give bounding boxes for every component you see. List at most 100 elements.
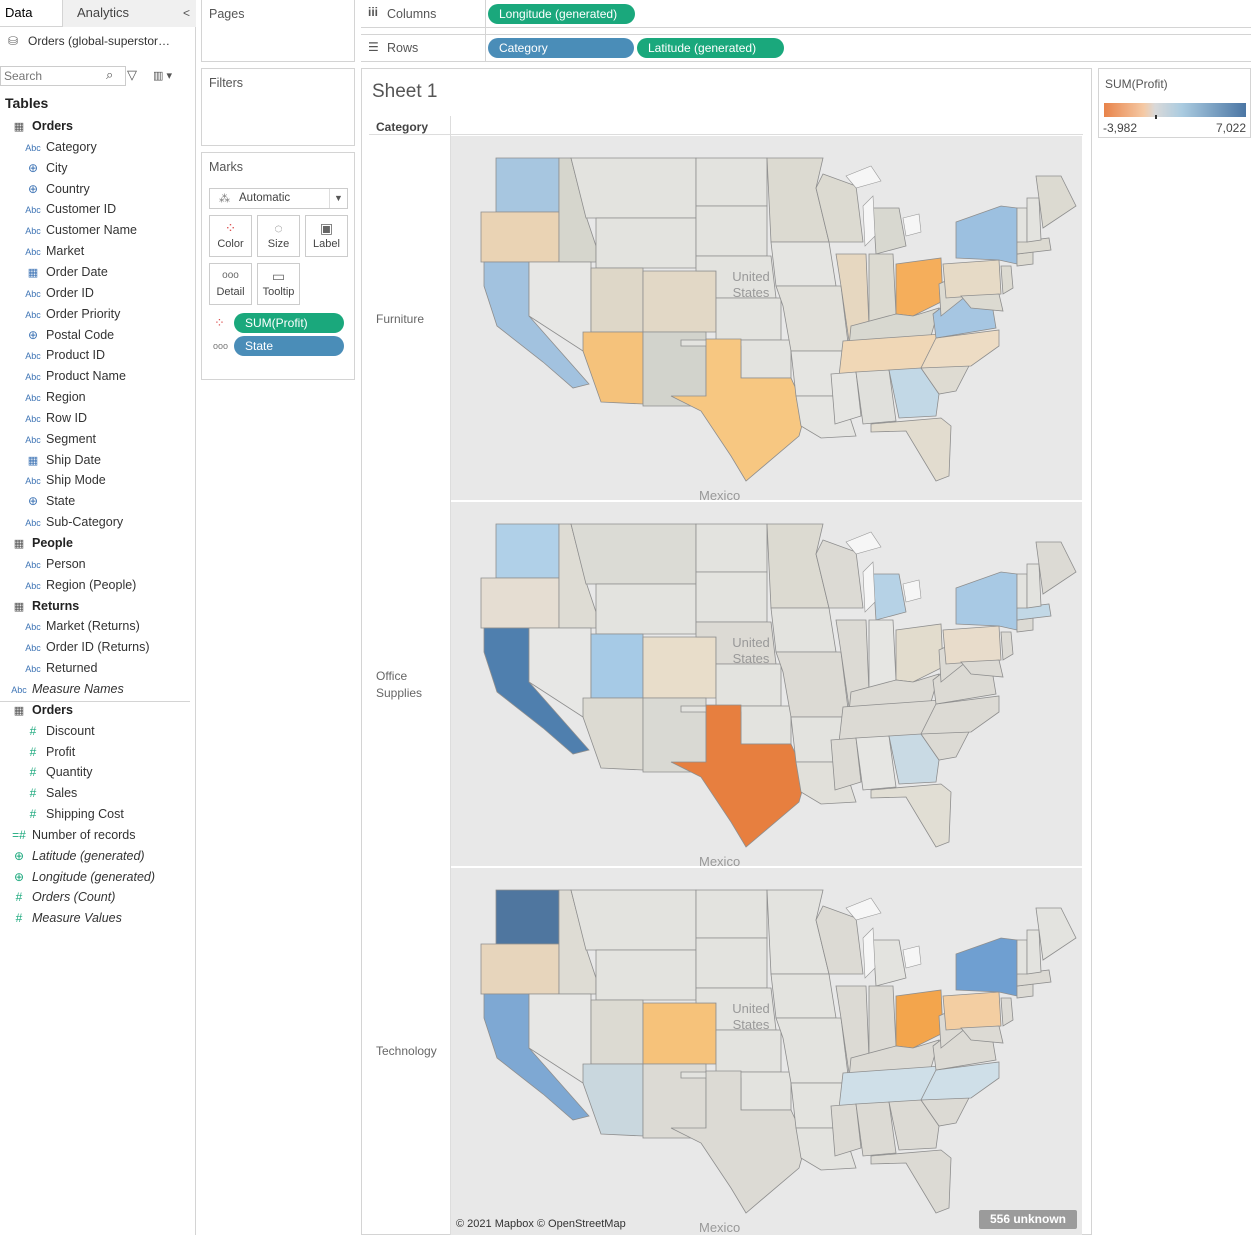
field-sub-category[interactable]: Abc Sub-Category bbox=[20, 512, 123, 533]
field-sales[interactable]: # Sales bbox=[20, 783, 78, 804]
table-returns[interactable]: ▦ Returns bbox=[6, 596, 79, 617]
filters-shelf[interactable]: Filters bbox=[201, 68, 355, 146]
field-order-date[interactable]: ▦ Order Date bbox=[20, 262, 108, 283]
field-shipping-cost[interactable]: # Shipping Cost bbox=[20, 804, 124, 825]
state-shape-mt[interactable] bbox=[570, 523, 697, 585]
field-quantity[interactable]: # Quantity bbox=[20, 762, 93, 783]
category-label-technology[interactable]: Technology bbox=[376, 1043, 437, 1060]
field-order-id-returns[interactable]: Abc Order ID (Returns) bbox=[20, 637, 149, 658]
state-shape-ut[interactable] bbox=[590, 999, 644, 1065]
state-shape-wa[interactable] bbox=[495, 523, 560, 579]
field-measure-values[interactable]: # Measure Values bbox=[6, 908, 122, 929]
tooltip-button[interactable]: ▭ Tooltip bbox=[257, 263, 300, 305]
state-shape-or[interactable] bbox=[480, 577, 560, 629]
state-shape-wy[interactable] bbox=[595, 217, 697, 269]
pages-shelf[interactable]: Pages bbox=[201, 0, 355, 62]
state-shape-vt[interactable] bbox=[1016, 939, 1028, 975]
field-segment[interactable]: Abc Segment bbox=[20, 429, 96, 450]
detail-button[interactable]: ooo Detail bbox=[209, 263, 252, 305]
state-shape-sd[interactable] bbox=[695, 205, 768, 257]
state-shape-pa[interactable] bbox=[942, 259, 1002, 299]
category-label-office-supplies[interactable]: Office Supplies bbox=[376, 668, 436, 702]
state-shape-wy[interactable] bbox=[595, 949, 697, 1001]
field-market[interactable]: Abc Market bbox=[20, 241, 84, 262]
state-shape-ks[interactable] bbox=[715, 663, 782, 707]
state-shape-co[interactable] bbox=[642, 1002, 717, 1065]
search-icon[interactable]: ⌕ bbox=[106, 67, 113, 83]
field-row-id[interactable]: Abc Row ID bbox=[20, 408, 87, 429]
category-column-header[interactable]: Category bbox=[376, 120, 428, 134]
state-shape-wa[interactable] bbox=[495, 889, 560, 945]
state-shape-vt[interactable] bbox=[1016, 207, 1028, 243]
field-latitude-generated[interactable]: ⊕ Latitude (generated) bbox=[6, 846, 145, 867]
map-pane-office-supplies[interactable]: United States Mexico bbox=[451, 502, 1082, 866]
state-shape-ms[interactable] bbox=[830, 1103, 862, 1157]
view-options-icon[interactable]: ▥ ▾ bbox=[153, 69, 172, 82]
field-orders-count[interactable]: # Orders (Count) bbox=[6, 887, 116, 908]
state-shape-wy[interactable] bbox=[595, 583, 697, 635]
state-shape-al[interactable] bbox=[855, 1101, 897, 1157]
table-orders[interactable]: ▦ Orders bbox=[6, 700, 73, 721]
field-number-of-records[interactable]: =# Number of records bbox=[6, 825, 135, 846]
field-ship-mode[interactable]: Abc Ship Mode bbox=[20, 470, 106, 491]
state-shape-nh[interactable] bbox=[1026, 563, 1042, 609]
field-measure-names[interactable]: Abc Measure Names bbox=[6, 679, 123, 700]
state-shape-sd[interactable] bbox=[695, 571, 768, 623]
filter-icon[interactable]: ▽ bbox=[127, 67, 137, 83]
state-shape-or[interactable] bbox=[480, 943, 560, 995]
color-button[interactable]: ⁘ Color bbox=[209, 215, 252, 257]
state-shape-mt[interactable] bbox=[570, 157, 697, 219]
tab-analytics[interactable]: Analytics bbox=[62, 0, 196, 27]
mark-type-dropdown[interactable]: ⁂ Automatic ▼ bbox=[209, 188, 348, 209]
map-pane-technology[interactable]: United States Mexico bbox=[451, 868, 1082, 1235]
field-ship-date[interactable]: ▦ Ship Date bbox=[20, 450, 101, 471]
field-category[interactable]: Abc Category bbox=[20, 137, 97, 158]
field-customer-id[interactable]: Abc Customer ID bbox=[20, 199, 116, 220]
longitude-pill[interactable]: Longitude (generated) bbox=[488, 4, 635, 24]
color-legend[interactable]: SUM(Profit) -3,982 7,022 bbox=[1098, 68, 1251, 138]
field-product-name[interactable]: Abc Product Name bbox=[20, 366, 126, 387]
tab-data[interactable]: Data bbox=[0, 0, 62, 27]
field-region-people[interactable]: Abc Region (People) bbox=[20, 575, 136, 596]
state-shape-sd[interactable] bbox=[695, 937, 768, 989]
state-shape-or[interactable] bbox=[480, 211, 560, 263]
category-pill[interactable]: Category bbox=[488, 38, 634, 58]
field-country[interactable]: ⊕ Country bbox=[20, 179, 90, 200]
state-shape-nh[interactable] bbox=[1026, 929, 1042, 975]
state-shape-ks[interactable] bbox=[715, 1029, 782, 1073]
state-shape-pa[interactable] bbox=[942, 991, 1002, 1031]
state-shape-nd[interactable] bbox=[695, 157, 768, 207]
unknown-indicator[interactable]: 556 unknown bbox=[979, 1210, 1077, 1229]
map-attribution[interactable]: © 2021 Mapbox © OpenStreetMap bbox=[456, 1218, 626, 1230]
field-longitude-generated[interactable]: ⊕ Longitude (generated) bbox=[6, 867, 155, 888]
latitude-pill[interactable]: Latitude (generated) bbox=[637, 38, 784, 58]
field-discount[interactable]: # Discount bbox=[20, 721, 95, 742]
field-region[interactable]: Abc Region bbox=[20, 387, 85, 408]
field-postal-code[interactable]: ⊕ Postal Code bbox=[20, 325, 114, 346]
state-shape-co[interactable] bbox=[642, 270, 717, 333]
state-shape-mt[interactable] bbox=[570, 889, 697, 951]
label-button[interactable]: ▣ Label bbox=[305, 215, 348, 257]
map-pane-furniture[interactable]: United States Mexico bbox=[451, 136, 1082, 500]
state-shape-al[interactable] bbox=[855, 369, 897, 425]
field-product-id[interactable]: Abc Product ID bbox=[20, 345, 105, 366]
collapse-pane-icon[interactable]: < bbox=[183, 0, 190, 26]
data-source[interactable]: ⛁ Orders (global-superstor… bbox=[0, 28, 196, 54]
field-market-returns[interactable]: Abc Market (Returns) bbox=[20, 616, 140, 637]
table-people[interactable]: ▦ People bbox=[6, 533, 73, 554]
field-customer-name[interactable]: Abc Customer Name bbox=[20, 220, 137, 241]
state-shape-vt[interactable] bbox=[1016, 573, 1028, 609]
state-shape-nh[interactable] bbox=[1026, 197, 1042, 243]
state-pill[interactable]: State bbox=[234, 336, 344, 356]
state-shape-wa[interactable] bbox=[495, 157, 560, 213]
field-returned[interactable]: Abc Returned bbox=[20, 658, 97, 679]
state-shape-ms[interactable] bbox=[830, 371, 862, 425]
sum-profit-pill[interactable]: SUM(Profit) bbox=[234, 313, 344, 333]
state-shape-al[interactable] bbox=[855, 735, 897, 791]
state-shape-co[interactable] bbox=[642, 636, 717, 699]
category-label-furniture[interactable]: Furniture bbox=[376, 311, 424, 328]
field-city[interactable]: ⊕ City bbox=[20, 158, 68, 179]
size-button[interactable]: ◌ Size bbox=[257, 215, 300, 257]
state-shape-ks[interactable] bbox=[715, 297, 782, 341]
state-shape-ms[interactable] bbox=[830, 737, 862, 791]
